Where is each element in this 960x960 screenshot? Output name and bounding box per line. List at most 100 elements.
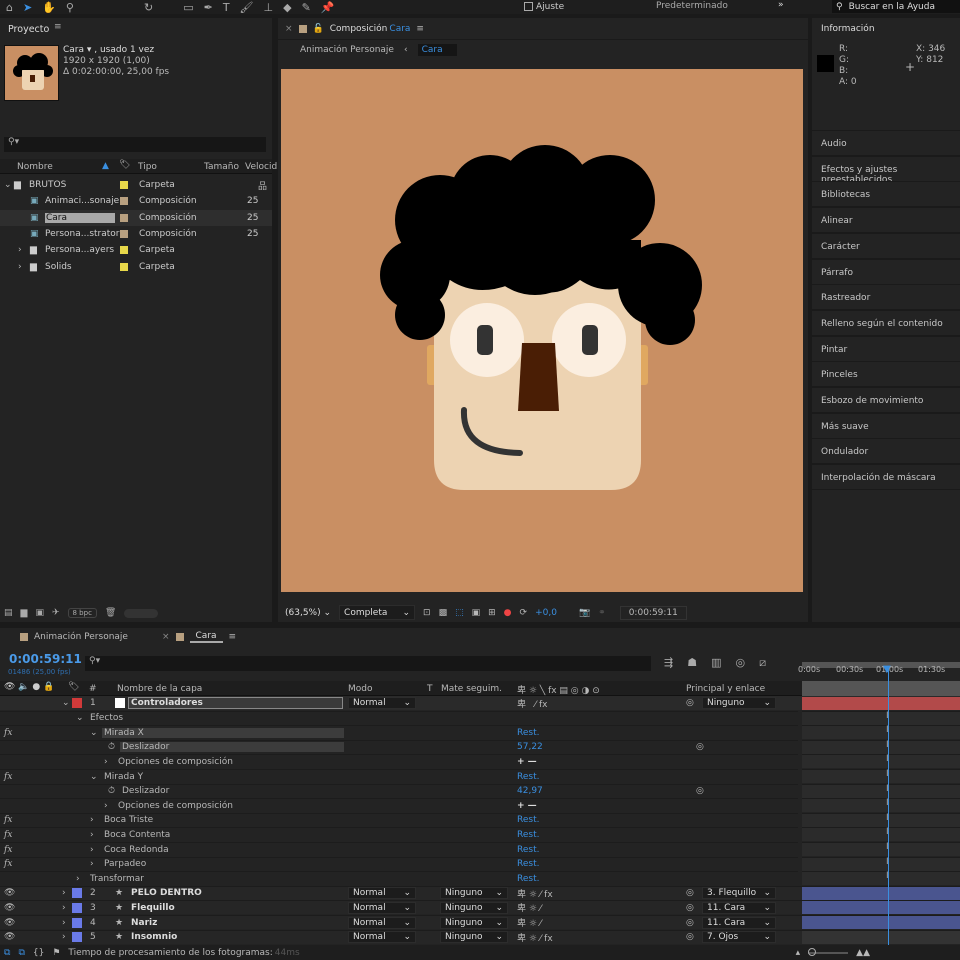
fx-icon[interactable]: fx bbox=[4, 772, 12, 782]
composition-viewer[interactable] bbox=[281, 69, 803, 592]
magnification-dropdown[interactable]: (63,5%) ⌄ bbox=[285, 608, 331, 618]
property-value[interactable]: Rest. bbox=[517, 859, 539, 869]
mode-dropdown[interactable]: Normal ⌄ bbox=[348, 931, 416, 944]
pickwhip-icon[interactable]: ◎ bbox=[686, 918, 694, 928]
col-type[interactable]: Tipo bbox=[138, 162, 157, 172]
breadcrumb-current[interactable]: Cara bbox=[417, 44, 457, 56]
panel-6[interactable]: Rastreador bbox=[812, 284, 960, 310]
chevron-down-icon[interactable]: ⌄ bbox=[90, 728, 98, 738]
stamp-icon[interactable]: ⊥ bbox=[264, 1, 274, 14]
property-value[interactable]: Rest. bbox=[517, 728, 539, 738]
layer-bar[interactable] bbox=[802, 930, 960, 944]
selection-icon[interactable]: ➤ bbox=[23, 1, 32, 14]
chevron-down-icon[interactable]: ⌄ bbox=[90, 772, 98, 782]
flowchart-icon[interactable]: ✈ bbox=[52, 608, 60, 618]
home-icon[interactable]: ⌂ bbox=[6, 1, 13, 14]
project-item[interactable]: › ▆ Solids Carpeta bbox=[0, 259, 272, 275]
new-comp-icon[interactable]: ▣ bbox=[35, 608, 44, 618]
lock-icon[interactable]: 🔓 bbox=[313, 24, 324, 34]
property-row[interactable]: › Opciones de composición + — bbox=[0, 754, 798, 768]
panel-1[interactable]: Efectos y ajustes preestablecidos bbox=[812, 155, 960, 185]
layer-row[interactable]: 👁 › 2 ★ PELO DENTRO Normal ⌄ Ninguno ⌄ 卑 ☼… bbox=[0, 885, 960, 900]
fast-preview-icon[interactable]: ⊡ bbox=[423, 608, 431, 618]
toggle-in-out-icon[interactable]: {} bbox=[33, 948, 44, 958]
layer-switches[interactable]: 卑 ☼ ⁄ fx bbox=[517, 887, 553, 900]
label-swatch[interactable] bbox=[120, 181, 128, 189]
brush-icon[interactable]: 🖌 bbox=[240, 1, 254, 14]
channel-icon[interactable]: ● bbox=[504, 608, 512, 618]
col-parent[interactable]: Principal y enlace bbox=[686, 684, 765, 694]
graph-editor-icon[interactable]: ⧄ bbox=[759, 656, 766, 670]
layer-search-input[interactable]: ⚲▾ bbox=[85, 656, 651, 671]
project-item[interactable]: ▣ Persona...strator Composición 25 bbox=[0, 226, 272, 242]
chevron-right-icon[interactable]: › bbox=[18, 245, 22, 255]
rectangle-tool-icon[interactable]: ▭ bbox=[183, 1, 193, 14]
fx-icon[interactable]: fx bbox=[4, 845, 12, 855]
thumbnail-slider[interactable] bbox=[124, 608, 159, 618]
property-row[interactable]: fx › Boca Triste Rest. bbox=[0, 812, 798, 827]
layer-name[interactable]: Controladores bbox=[128, 697, 343, 709]
bpc-button[interactable]: 8 bpc bbox=[67, 608, 97, 618]
col-name[interactable]: Nombre bbox=[17, 162, 53, 172]
tab-animacion-personaje[interactable]: Animación Personaje bbox=[34, 632, 128, 642]
parent-dropdown[interactable]: 3. Flequillo ⌄ bbox=[702, 887, 776, 900]
label-tag-icon[interactable]: 🏷 bbox=[119, 160, 130, 170]
property-row[interactable]: › Opciones de composición + — bbox=[0, 798, 798, 812]
transparency-grid-icon[interactable]: ▩ bbox=[439, 608, 448, 618]
sort-ascending-icon[interactable]: ▲ bbox=[102, 161, 109, 171]
property-row[interactable]: fx › Parpadeo Rest. bbox=[0, 856, 798, 871]
text-icon[interactable]: T bbox=[223, 1, 230, 14]
label-swatch[interactable] bbox=[120, 213, 128, 222]
project-item[interactable]: › ▆ Persona...ayers Carpeta bbox=[0, 242, 272, 258]
property-value[interactable]: 42,97 bbox=[517, 786, 543, 796]
panel-12[interactable]: Ondulador bbox=[812, 438, 960, 464]
exposure-reset-icon[interactable]: ⟳ bbox=[520, 608, 528, 618]
property-value[interactable]: Rest. bbox=[517, 845, 539, 855]
panel-9[interactable]: Pinceles bbox=[812, 361, 960, 387]
exposure-value[interactable]: +0,0 bbox=[535, 608, 557, 618]
layer-bar[interactable] bbox=[802, 696, 960, 710]
label-swatch[interactable] bbox=[72, 888, 82, 899]
breadcrumb-back-icon[interactable]: ‹ bbox=[404, 45, 408, 55]
property-value[interactable]: + — bbox=[517, 757, 537, 767]
close-tab-icon[interactable]: × bbox=[162, 632, 170, 642]
eye-icon[interactable]: 👁 bbox=[4, 903, 15, 913]
layer-row[interactable]: ⌄ 1 Controladores Normal ⌄ 卑 ⁄ fx ◎ Ningu… bbox=[0, 696, 960, 710]
parent-dropdown[interactable]: 7. Ojos ⌄ bbox=[702, 931, 776, 944]
pickwhip-icon[interactable]: ◎ bbox=[686, 903, 694, 913]
puppet-icon[interactable]: ✎ bbox=[302, 1, 311, 14]
layer-switches[interactable]: 卑 ⁄ fx bbox=[517, 697, 547, 710]
label-swatch[interactable] bbox=[120, 197, 128, 206]
stopwatch-icon[interactable]: ⏱ bbox=[108, 786, 115, 796]
time-navigator[interactable] bbox=[802, 681, 960, 696]
label-swatch[interactable] bbox=[72, 698, 82, 708]
comp-tab-prefix[interactable]: Composición bbox=[330, 24, 388, 34]
stopwatch-icon[interactable]: ⏱ bbox=[108, 742, 115, 752]
layer-switches[interactable]: 卑 ☼ ⁄ bbox=[517, 916, 541, 929]
motion-blur-icon[interactable]: ◎ bbox=[736, 656, 746, 670]
tab-cara[interactable]: Cara bbox=[189, 631, 223, 643]
panel-11[interactable]: Más suave bbox=[812, 412, 960, 438]
label-swatch[interactable] bbox=[72, 917, 82, 928]
timeline-zoom-slider[interactable] bbox=[808, 947, 849, 956]
interpret-footage-icon[interactable]: ▤ bbox=[4, 608, 13, 618]
property-row[interactable]: fx ⌄ Mirada X Rest. bbox=[0, 725, 798, 739]
zoom-icon[interactable]: ⚲ bbox=[66, 1, 74, 14]
eye-icon[interactable]: 👁 bbox=[4, 918, 15, 928]
panel-menu-icon[interactable]: ≡ bbox=[229, 632, 237, 642]
layer-switches[interactable]: 卑 ☼ ⁄ fx bbox=[517, 931, 553, 944]
panel-7[interactable]: Relleno según el contenido bbox=[812, 309, 960, 335]
panel-13[interactable]: Interpolación de máscara bbox=[812, 464, 960, 490]
new-folder-icon[interactable]: ▆ bbox=[21, 608, 28, 618]
resolution-dropdown[interactable]: Completa ⌄ bbox=[339, 605, 416, 620]
mode-dropdown[interactable]: Normal ⌄ bbox=[348, 697, 416, 709]
chevron-right-icon[interactable]: › bbox=[76, 874, 80, 884]
property-row[interactable]: › Transformar Rest. bbox=[0, 871, 798, 885]
pin-icon[interactable]: 📌 bbox=[321, 1, 335, 14]
layer-row[interactable]: 👁 › 4 ★ Nariz Normal ⌄ Ninguno ⌄ 卑 ☼ ⁄ ◎ 1… bbox=[0, 915, 960, 929]
col-matte[interactable]: Mate seguim. bbox=[441, 684, 502, 694]
chevron-right-icon[interactable]: › bbox=[90, 815, 94, 825]
current-time-indicator[interactable] bbox=[888, 668, 889, 945]
pickwhip-icon[interactable]: ◎ bbox=[686, 698, 694, 708]
rotate-icon[interactable]: ↻ bbox=[144, 1, 153, 14]
